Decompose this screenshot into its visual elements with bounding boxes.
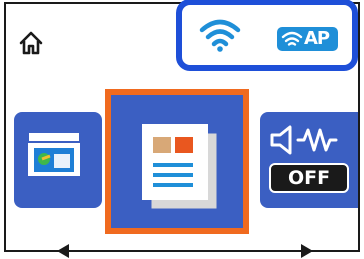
sound-status-badge: OFF: [269, 163, 349, 193]
menu-item-document[interactable]: [111, 95, 243, 228]
wifi-ap-label: AP: [304, 28, 330, 49]
menu-item-scan[interactable]: [14, 112, 102, 208]
speaker-icon: [270, 125, 338, 155]
arrow-right-icon[interactable]: [300, 243, 314, 259]
wifi-icon[interactable]: [199, 18, 241, 52]
wifi-direct-ap-badge[interactable]: AP: [277, 27, 338, 51]
scan-icon: [27, 131, 81, 176]
sound-status-label: OFF: [287, 166, 331, 189]
menu-carousel: OFF: [6, 68, 358, 258]
home-icon[interactable]: [18, 30, 44, 56]
arrow-left-icon[interactable]: [56, 243, 70, 259]
document-icon: [142, 124, 218, 210]
wifi-small-icon: [281, 31, 303, 46]
